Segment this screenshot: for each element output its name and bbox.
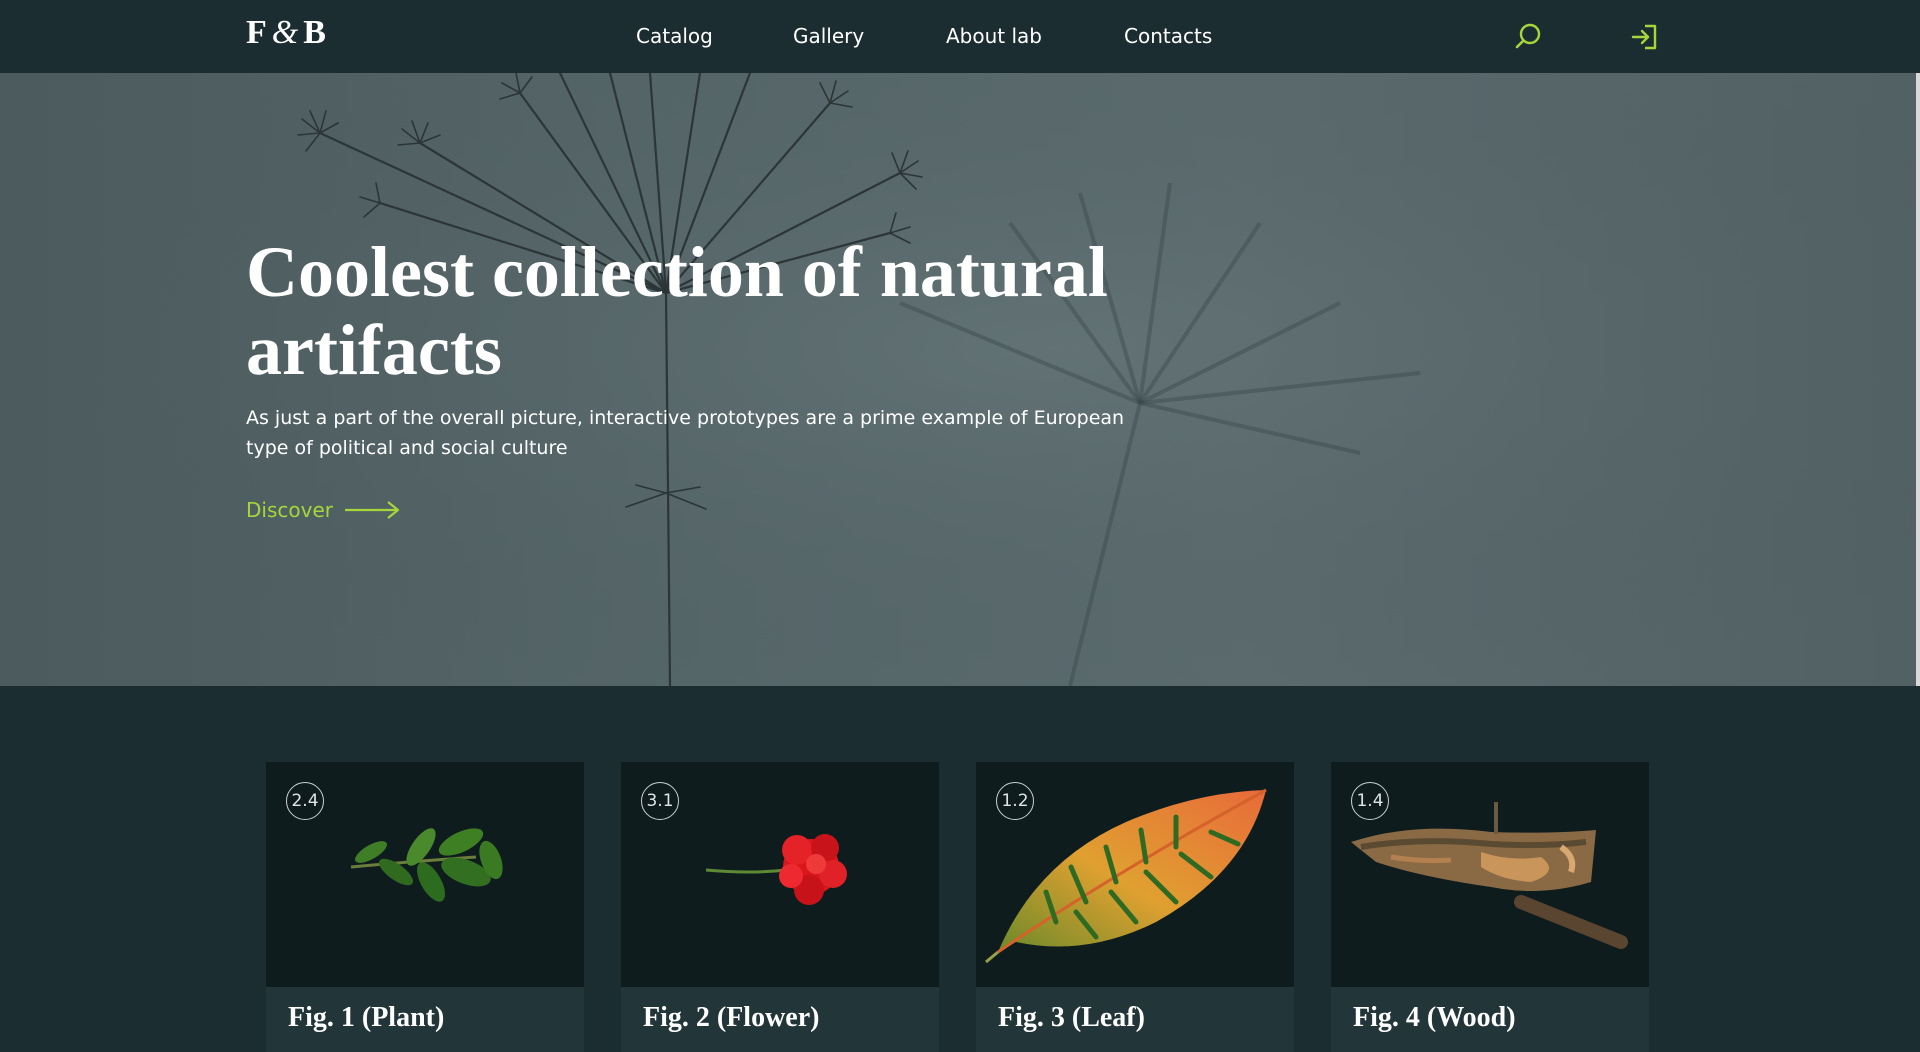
card-title: Fig. 4 (Wood) [1353,1002,1516,1033]
login-icon[interactable] [1629,20,1663,54]
artifact-card[interactable]: 1.4 Fig. 4 (Wood) [1331,762,1649,1052]
nav-gallery[interactable]: Gallery [793,24,864,48]
nav-contacts[interactable]: Contacts [1124,24,1212,48]
discover-link[interactable]: Discover [246,495,401,525]
artifact-card[interactable]: 3.1 Fig. 2 (Flower) [621,762,939,1052]
hero-title: Coolest collection of natural artifacts [246,232,1108,390]
card-image-area: 1.4 [1331,762,1649,987]
card-badge: 2.4 [286,782,324,820]
card-image-area: 3.1 [621,762,939,987]
card-title: Fig. 2 (Flower) [643,1002,820,1033]
card-badge: 1.2 [996,782,1034,820]
card-image-area: 1.2 [976,762,1294,987]
site-header: F & B Catalog Gallery About lab Contacts [0,0,1920,73]
card-title: Fig. 1 (Plant) [288,1002,445,1033]
artifact-card[interactable]: 1.2 Fig. 3 (Leaf) [976,762,1294,1052]
nav-about-lab[interactable]: About lab [946,24,1042,48]
card-image-area: 2.4 [266,762,584,987]
scrollbar-track[interactable] [1916,73,1920,686]
card-badge: 3.1 [641,782,679,820]
nav-catalog[interactable]: Catalog [636,24,713,48]
artifact-card[interactable]: 2.4 Fig. 1 (Plant) [266,762,584,1052]
hero-description: As just a part of the overall picture, i… [246,407,1125,459]
card-title: Fig. 3 (Leaf) [998,1002,1145,1033]
arrow-right-icon [344,501,400,519]
card-badge: 1.4 [1351,782,1389,820]
hero-banner: Coolest collection of natural artifacts … [0,73,1916,686]
search-icon[interactable] [1512,20,1546,54]
discover-label: Discover [246,498,333,522]
